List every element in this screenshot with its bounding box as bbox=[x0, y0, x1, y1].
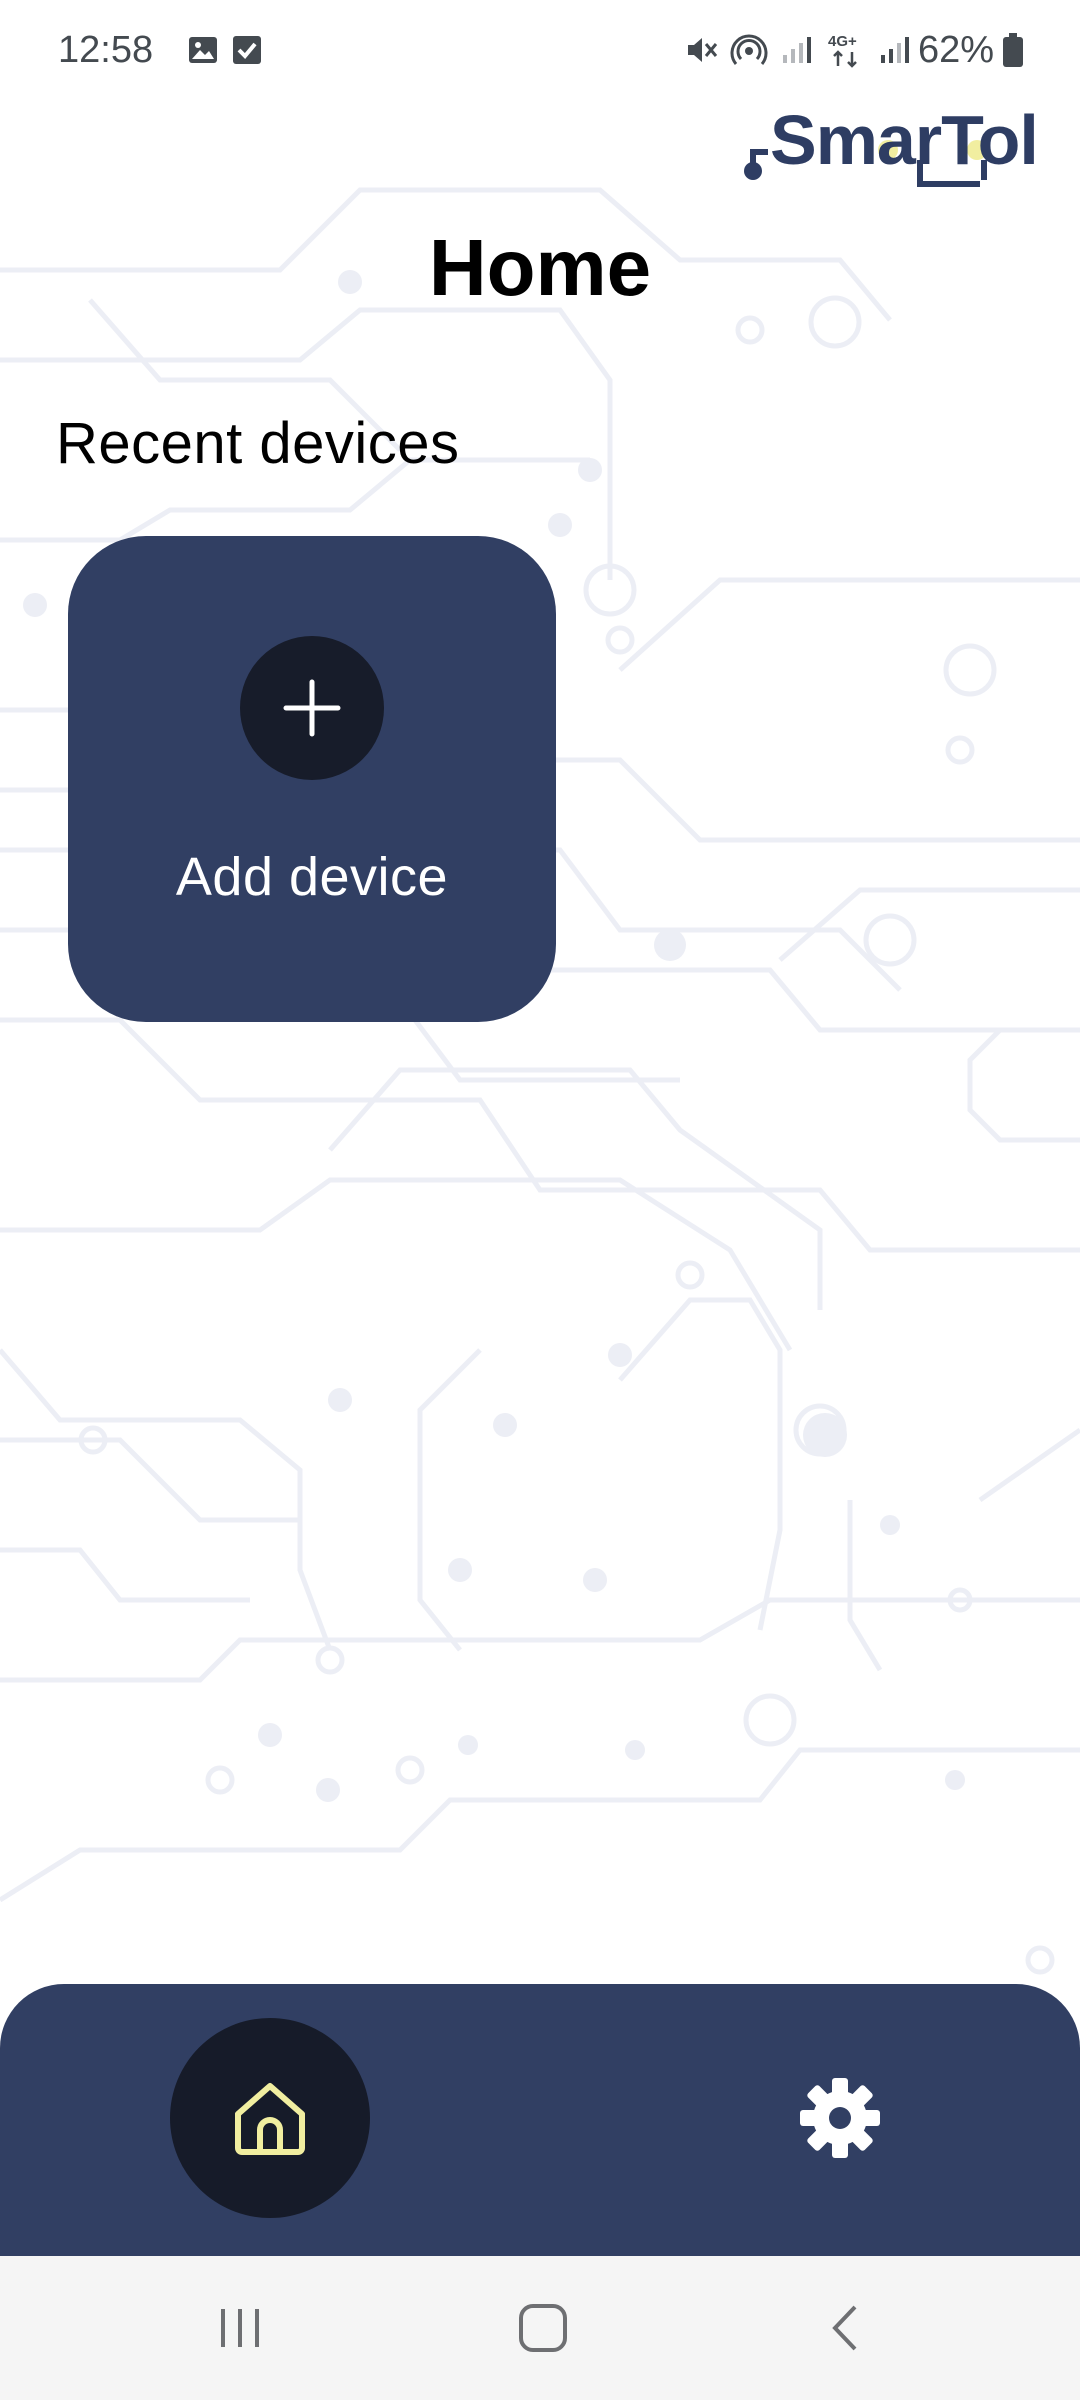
mute-icon bbox=[684, 33, 718, 67]
battery-icon bbox=[1002, 32, 1024, 68]
smartol-logo: SmarTol bbox=[740, 100, 1039, 195]
status-time: 12:58 bbox=[58, 28, 154, 71]
signal-icon bbox=[878, 33, 912, 67]
gallery-icon bbox=[187, 34, 219, 66]
status-bar: 12:58 4G+ 62% bbox=[0, 0, 1080, 100]
check-box-icon bbox=[231, 34, 263, 66]
add-device-card[interactable]: Add device bbox=[68, 536, 556, 1022]
plus-icon bbox=[283, 679, 341, 737]
nav-home-button[interactable] bbox=[170, 2018, 370, 2218]
svg-text:4G+: 4G+ bbox=[828, 33, 857, 50]
signal-icon bbox=[780, 33, 814, 67]
gear-icon bbox=[800, 2078, 880, 2158]
system-home-button[interactable] bbox=[463, 2256, 623, 2400]
home-button-icon bbox=[519, 2304, 567, 2352]
page-title: Home bbox=[428, 223, 652, 312]
nav-settings-button[interactable] bbox=[760, 2038, 920, 2198]
network-4g-icon: 4G+ bbox=[826, 30, 866, 70]
hotspot-icon bbox=[730, 31, 768, 69]
screen: 12:58 4G+ 62% SmarTol Home Recent device… bbox=[0, 0, 1080, 2400]
recent-devices-heading: Recent devices bbox=[56, 411, 460, 476]
add-device-label: Add device bbox=[175, 847, 449, 907]
home-icon bbox=[235, 2083, 305, 2155]
recents-button[interactable] bbox=[160, 2256, 320, 2400]
back-icon bbox=[832, 2305, 857, 2351]
battery-percentage: 62% bbox=[917, 28, 994, 71]
bottom-navigation bbox=[0, 1984, 1080, 2256]
back-button[interactable] bbox=[766, 2256, 926, 2400]
add-device-button[interactable] bbox=[240, 636, 384, 780]
recents-icon bbox=[221, 2309, 259, 2347]
logo-text: SmarTol bbox=[770, 101, 1039, 179]
system-navigation-bar bbox=[0, 2256, 1080, 2400]
